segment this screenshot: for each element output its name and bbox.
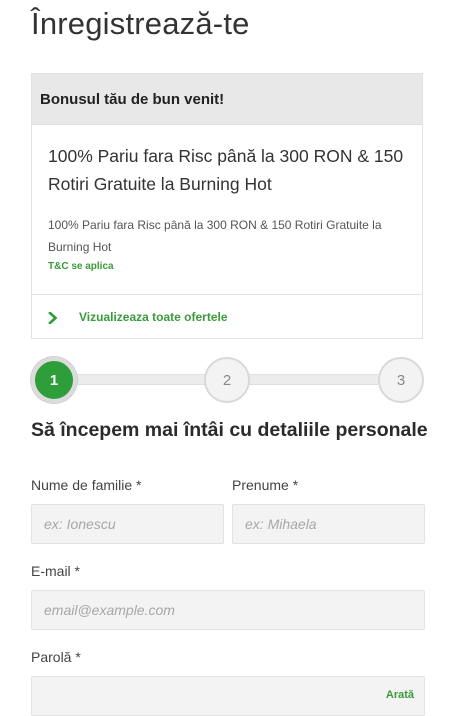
bonus-title: 100% Pariu fara Risc până la 300 RON & 1… xyxy=(48,146,404,194)
first-name-input[interactable] xyxy=(232,504,425,544)
bonus-description: 100% Pariu fara Risc până la 300 RON & 1… xyxy=(48,218,382,254)
email-input[interactable] xyxy=(31,590,425,630)
step-2: 2 xyxy=(204,357,250,403)
show-password-toggle[interactable]: Arată xyxy=(386,689,414,701)
page-title: Înregistrează-te xyxy=(31,6,250,41)
step-3: 3 xyxy=(378,357,424,403)
password-label: Parolă * xyxy=(31,649,81,665)
terms-link[interactable]: T&C se aplica xyxy=(48,261,114,272)
section-heading: Să începem mai întâi cu detaliile person… xyxy=(31,419,428,441)
bonus-header: Bonusul tău de bun venit! xyxy=(32,74,422,125)
step-1: 1 xyxy=(31,357,77,403)
view-all-offers-label: Vizualizeaza toate ofertele xyxy=(79,310,228,324)
welcome-bonus-card: Bonusul tău de bun venit! 100% Pariu far… xyxy=(31,73,423,339)
registration-stepper: 1 2 3 xyxy=(31,357,425,403)
email-label: E-mail * xyxy=(31,563,81,579)
first-name-label: Prenume * xyxy=(232,477,299,493)
view-all-offers-link[interactable]: Vizualizeaza toate ofertele xyxy=(32,294,422,339)
password-input[interactable] xyxy=(31,676,425,716)
chevron-right-icon xyxy=(48,312,58,324)
last-name-label: Nume de familie * xyxy=(31,477,142,493)
last-name-input[interactable] xyxy=(31,504,224,544)
